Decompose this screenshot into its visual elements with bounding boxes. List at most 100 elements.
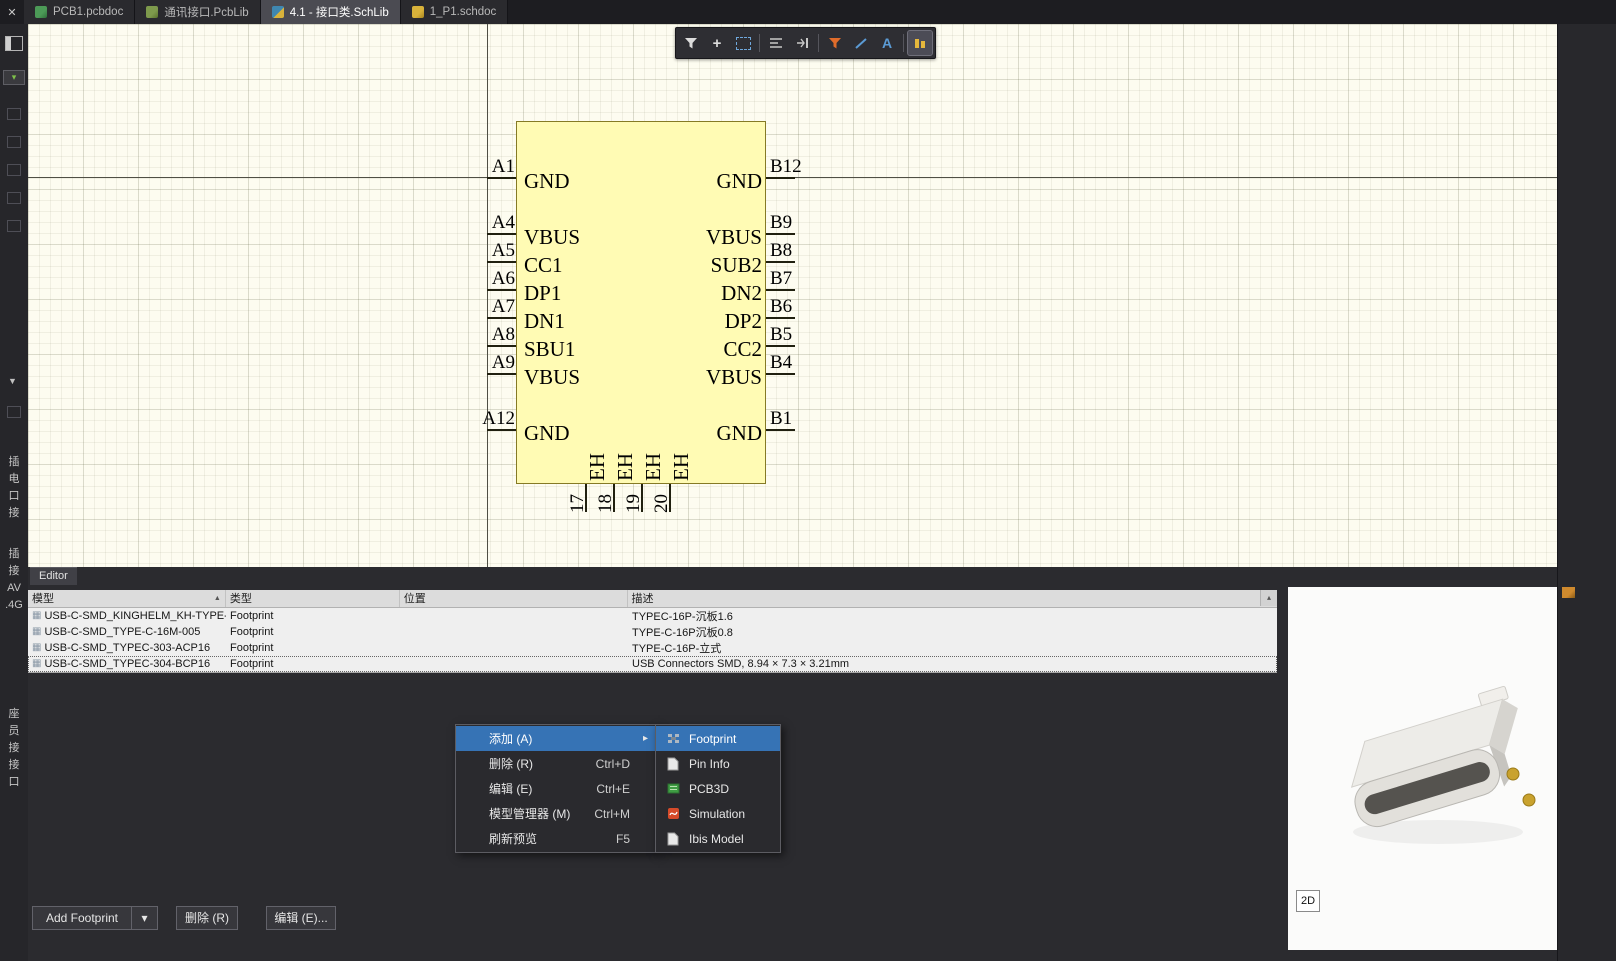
pin-designator[interactable]: B5 [770, 325, 792, 345]
library-select-icon[interactable]: ▾ [3, 70, 25, 85]
usb-c-3d-model[interactable] [1333, 662, 1553, 862]
pin-name[interactable]: EH [669, 451, 693, 481]
delete-button[interactable]: 删除 (R) [176, 906, 238, 930]
pin-name[interactable]: EH [585, 451, 609, 481]
menu-item-delete[interactable]: 删除 (R) Ctrl+D [456, 751, 656, 776]
pin-designator[interactable]: 20 [651, 487, 672, 513]
submenu-item-pcb3d[interactable]: PCB3D [656, 776, 780, 801]
pin-name[interactable]: DP2 [562, 310, 762, 332]
pin-designator[interactable]: B9 [770, 213, 792, 233]
pin-line[interactable] [766, 373, 795, 375]
pin-name[interactable]: EH [641, 451, 665, 481]
pin-designator[interactable]: A1 [427, 157, 515, 177]
pin-name[interactable]: GND [562, 170, 763, 192]
tool-icon[interactable] [7, 164, 21, 176]
panels-icon[interactable] [5, 36, 23, 51]
pin-name[interactable]: VBUS [562, 226, 762, 248]
pin-line[interactable] [766, 261, 795, 263]
table-row[interactable]: ▦ USB-C-SMD_TYPE-C-16M-005 Footprint TYPE… [28, 624, 1277, 640]
table-row-selected[interactable]: ▦ USB-C-SMD_TYPEC-304-BCP16 Footprint USB… [28, 656, 1277, 672]
pin-name[interactable]: DN1 [524, 310, 565, 332]
pin-designator[interactable]: B7 [770, 269, 792, 289]
pin-designator[interactable]: B6 [770, 297, 792, 317]
pin-designator[interactable]: B1 [770, 409, 792, 429]
column-header-type[interactable]: 类型 [226, 590, 400, 607]
menu-item-refresh-preview[interactable]: 刷新预览 F5 [456, 826, 656, 851]
pin-line[interactable] [766, 429, 795, 431]
column-header-location[interactable]: 位置 [400, 590, 628, 607]
tool-icon[interactable] [7, 220, 21, 232]
table-row[interactable]: ▦ USB-C-SMD_KINGHELM_KH-TYPE-C-\ Footprin… [28, 608, 1277, 624]
pin-line[interactable] [487, 317, 516, 319]
2d-view-button[interactable]: 2D [1296, 890, 1320, 912]
selection-rect-icon[interactable] [731, 31, 755, 55]
menu-item-model-manager[interactable]: 模型管理器 (M) Ctrl+M [456, 801, 656, 826]
pin-name[interactable]: GND [562, 422, 763, 444]
tab-pcblib[interactable]: 通讯接口.PcbLib [135, 0, 261, 24]
tab-schlib-active[interactable]: 4.1 - 接口类.SchLib [260, 0, 401, 24]
pin-line[interactable] [487, 261, 516, 263]
pin-name[interactable]: CC1 [524, 254, 563, 276]
pin-designator[interactable]: A8 [427, 325, 515, 345]
tab-pcb1-pcbdoc[interactable]: PCB1.pcbdoc [24, 0, 136, 24]
tool-icon[interactable] [7, 136, 21, 148]
column-header-description[interactable]: 描述 [628, 590, 1260, 607]
pin-name[interactable]: DP1 [524, 282, 561, 304]
submenu-item-ibis-model[interactable]: Ibis Model [656, 826, 780, 851]
line-tool-icon[interactable] [849, 31, 873, 55]
pin-designator[interactable]: A12 [427, 409, 515, 429]
submenu-item-simulation[interactable]: Simulation [656, 801, 780, 826]
pin-line[interactable] [766, 345, 795, 347]
pin-line[interactable] [487, 177, 516, 179]
pin-name[interactable]: EH [613, 451, 637, 481]
pin-name[interactable]: DN2 [562, 282, 762, 304]
pin-line[interactable] [487, 373, 516, 375]
sidebar-vertical-labels[interactable]: 插 接 AV .4G [0, 546, 28, 614]
pin-designator[interactable]: 19 [623, 487, 644, 513]
tool-icon[interactable] [7, 192, 21, 204]
pin-designator[interactable]: 17 [567, 487, 588, 513]
pin-designator[interactable]: A5 [427, 241, 515, 261]
column-header-model[interactable]: 模型 ▲ [28, 590, 226, 607]
pin-line[interactable] [766, 289, 795, 291]
pin-name[interactable]: CC2 [562, 338, 762, 360]
pin-line[interactable] [766, 233, 795, 235]
panel-badge-icon[interactable] [1562, 587, 1575, 598]
submenu-item-footprint[interactable]: Footprint [656, 726, 780, 751]
pin-designator[interactable]: B4 [770, 353, 792, 373]
pin-designator[interactable]: A4 [427, 213, 515, 233]
snap-icon[interactable] [790, 31, 814, 55]
pin-designator[interactable]: A6 [427, 269, 515, 289]
pin-name[interactable]: SUB2 [562, 254, 762, 276]
add-footprint-dropdown[interactable]: ▾ [131, 906, 158, 930]
pin-line[interactable] [487, 289, 516, 291]
sidebar-vertical-labels[interactable]: 插 电 口 接 [0, 454, 28, 522]
align-icon[interactable] [764, 31, 788, 55]
close-icon[interactable]: ✕ [0, 0, 24, 24]
pin-line[interactable] [766, 317, 795, 319]
scroll-up-icon[interactable]: ▴ [1260, 590, 1277, 606]
filter-icon[interactable] [679, 31, 703, 55]
text-tool-icon[interactable]: A [875, 31, 899, 55]
menu-item-edit[interactable]: 编辑 (E) Ctrl+E [456, 776, 656, 801]
tab-schdoc[interactable]: 1_P1.schdoc [400, 0, 509, 24]
pin-designator[interactable]: B8 [770, 241, 792, 261]
pin-line[interactable] [487, 233, 516, 235]
tool-icon[interactable] [7, 108, 21, 120]
pin-designator[interactable]: B12 [770, 157, 802, 177]
pin-line[interactable] [487, 429, 516, 431]
pin-line[interactable] [487, 345, 516, 347]
crosshair-icon[interactable]: + [705, 31, 729, 55]
pin-designator[interactable]: A9 [427, 353, 515, 373]
editor-tab[interactable]: Editor [30, 567, 77, 585]
clear-filter-icon[interactable] [823, 31, 847, 55]
pin-designator[interactable]: A7 [427, 297, 515, 317]
pin-designator[interactable]: 18 [595, 487, 616, 513]
footprint-preview-panel[interactable]: 2D [1288, 587, 1557, 950]
collapse-arrow-icon[interactable]: ▼ [8, 376, 17, 386]
tool-icon[interactable] [7, 406, 21, 418]
table-row[interactable]: ▦ USB-C-SMD_TYPEC-303-ACP16 Footprint TYP… [28, 640, 1277, 656]
menu-item-add[interactable]: 添加 (A) ▸ [456, 726, 656, 751]
submenu-item-pin-info[interactable]: Pin Info [656, 751, 780, 776]
schematic-canvas[interactable]: A1 GND A4 VBUS A5 CC1 A6 DP1 A7 DN1 A8 S… [28, 24, 1557, 567]
